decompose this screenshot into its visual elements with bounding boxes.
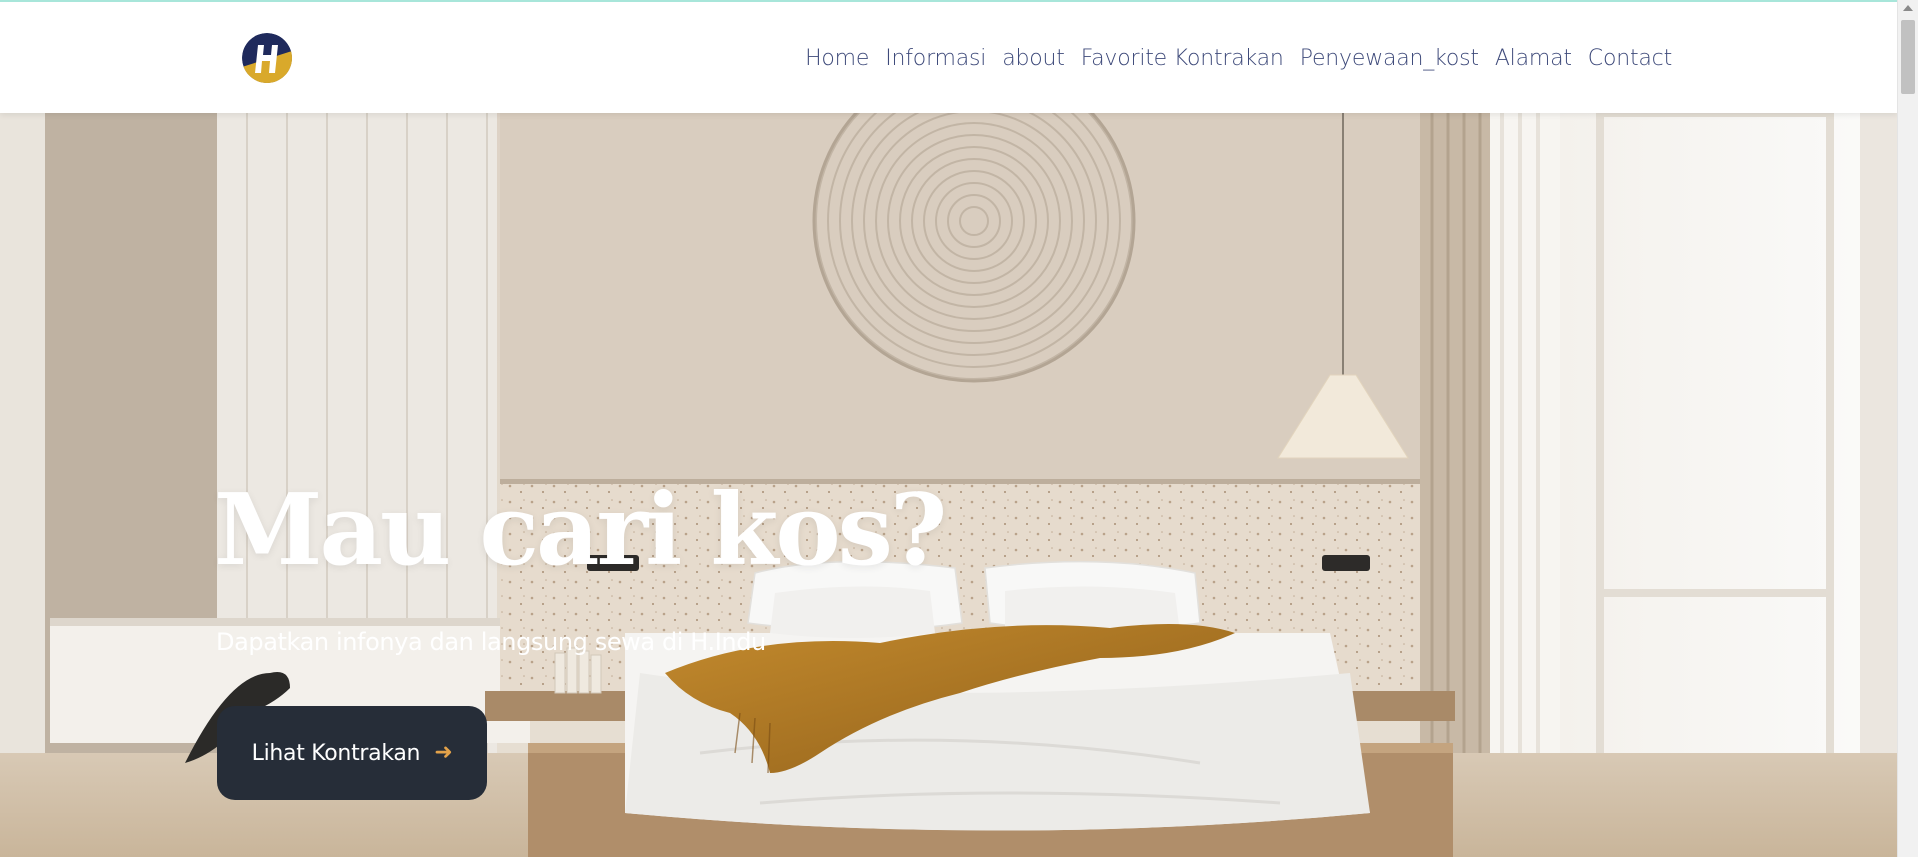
hero-subtitle: Dapatkan infonya dan langsung sewa di H.…	[216, 628, 766, 656]
page: Home Informasi about Favorite Kontrakan …	[0, 0, 1918, 857]
nav-item-penyewaan-kost[interactable]: Penyewaan_kost	[1292, 42, 1487, 76]
lihat-kontrakan-button[interactable]: Lihat Kontrakan ➜	[217, 706, 487, 800]
nav-item-contact[interactable]: Contact	[1580, 42, 1680, 76]
cta-label: Lihat Kontrakan	[251, 740, 421, 766]
page-scrollbar[interactable]	[1897, 0, 1918, 857]
nav-item-favorite-kontrakan[interactable]: Favorite Kontrakan	[1073, 42, 1292, 76]
scroll-thumb[interactable]	[1901, 20, 1915, 94]
nav-item-alamat[interactable]: Alamat	[1487, 42, 1580, 76]
hero-section: Mau cari kos? Dapatkan infonya dan langs…	[0, 113, 1898, 857]
scroll-up-icon[interactable]	[1903, 5, 1913, 11]
nav-item-about[interactable]: about	[994, 42, 1072, 76]
main-nav: Home Informasi about Favorite Kontrakan …	[797, 42, 1680, 76]
arrow-right-icon: ➜	[434, 740, 453, 765]
h-logo-icon[interactable]	[242, 33, 292, 83]
navbar: Home Informasi about Favorite Kontrakan …	[0, 0, 1898, 113]
nav-item-informasi[interactable]: Informasi	[877, 42, 994, 76]
top-accent-line	[0, 0, 1918, 2]
nav-item-home[interactable]: Home	[797, 42, 877, 76]
hero-title: Mau cari kos?	[214, 473, 947, 588]
